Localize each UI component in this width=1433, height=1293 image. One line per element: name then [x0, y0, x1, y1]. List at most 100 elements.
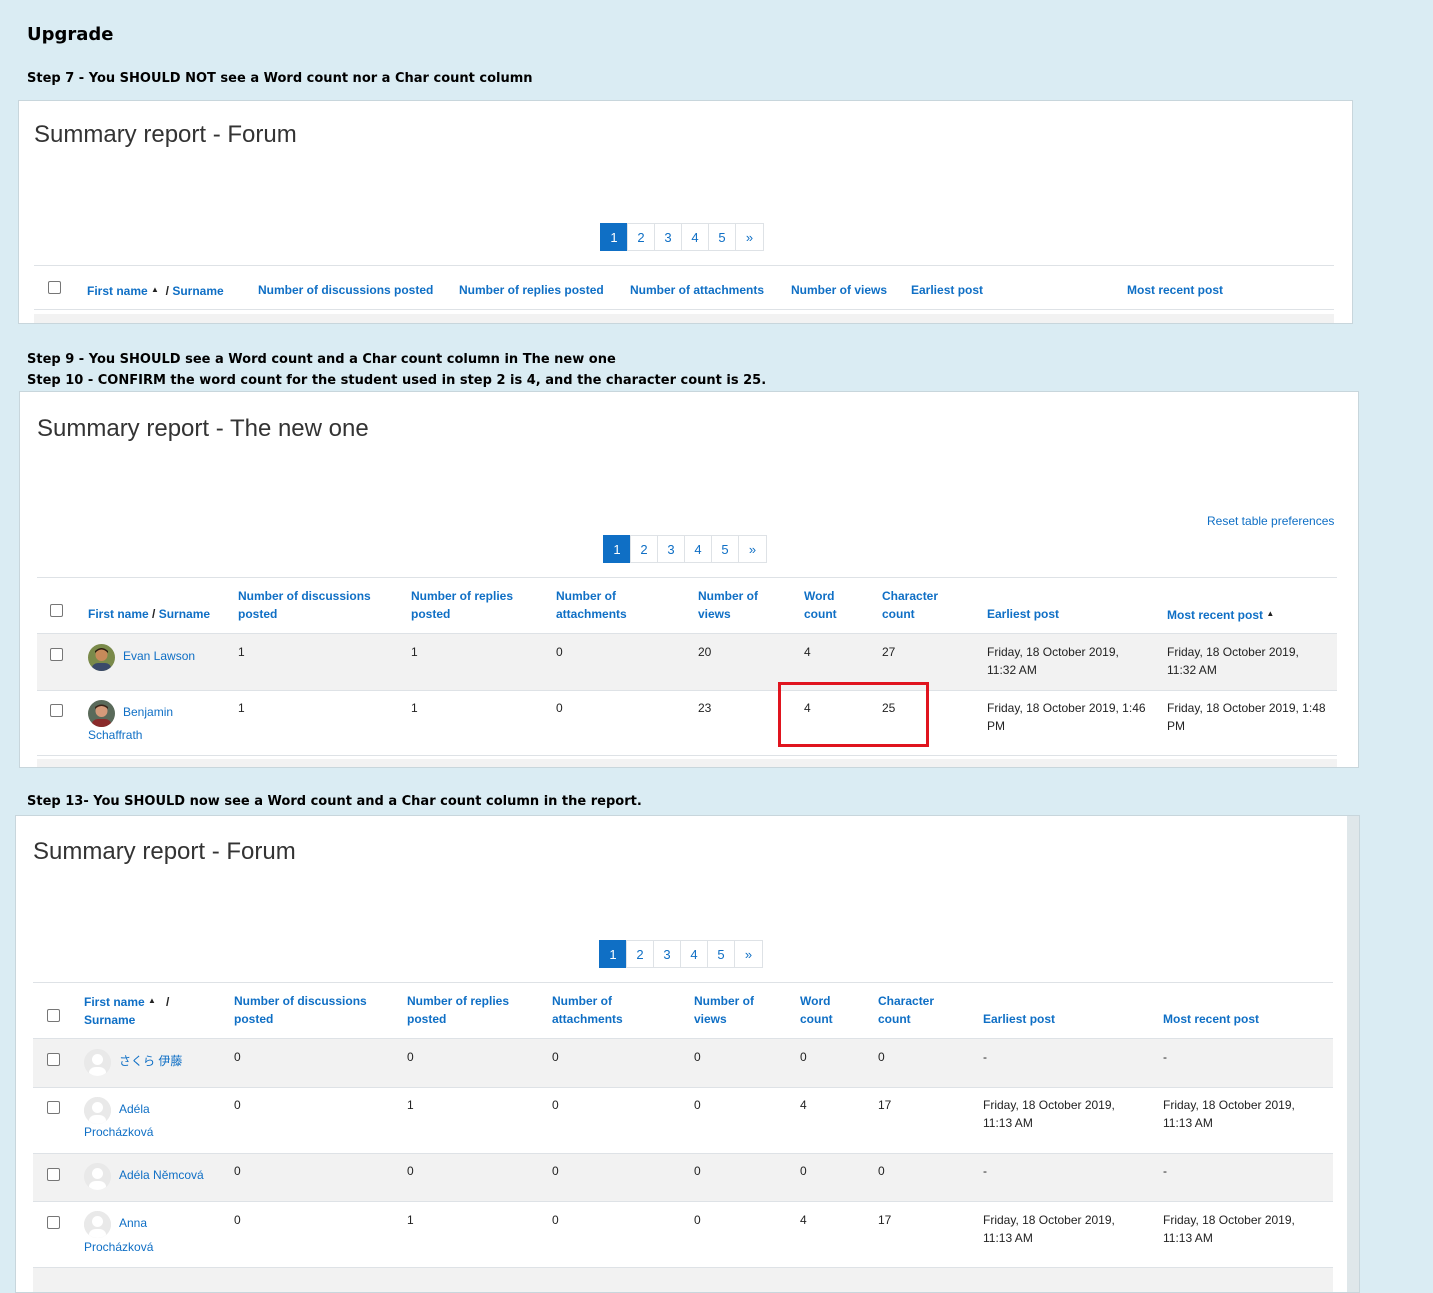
first-name-sort-header[interactable]: First name / Surname	[88, 605, 210, 623]
surname-label[interactable]: Surname	[159, 607, 210, 621]
next-page-link[interactable]: »	[734, 940, 763, 968]
page-2-link[interactable]: 2	[627, 223, 655, 251]
row-checkbox[interactable]	[50, 648, 63, 661]
row-divider	[37, 690, 1337, 691]
report-title: Summary report - Forum	[34, 121, 297, 148]
report-panel-step9: Summary report - The new one Reset table…	[19, 391, 1359, 768]
page-4-link[interactable]: 4	[680, 940, 708, 968]
scrollbar-track[interactable]	[1347, 816, 1359, 1292]
header-bottom-border	[34, 309, 1334, 310]
user-name-link[interactable]: Evan Lawson	[123, 645, 195, 668]
replies-header[interactable]: Number of replies posted	[407, 992, 509, 1028]
earliest-post-header[interactable]: Earliest post	[983, 1010, 1055, 1028]
discussions-header-line1: Number of discussions	[238, 589, 371, 603]
step-9-note: Step 9 - You SHOULD see a Word count and…	[27, 352, 616, 367]
select-all-checkbox[interactable]	[47, 1009, 60, 1022]
page-4-link[interactable]: 4	[681, 223, 709, 251]
replies-header[interactable]: Number of replies posted	[411, 587, 513, 623]
first-name-label[interactable]: First name	[87, 284, 148, 298]
page-2-link[interactable]: 2	[630, 535, 658, 563]
attachments-header[interactable]: Number of attachments	[630, 281, 764, 299]
page-4-link[interactable]: 4	[684, 535, 712, 563]
attachments-header[interactable]: Number of attachments	[556, 587, 627, 623]
word-count-header[interactable]: Word count	[800, 992, 833, 1028]
first-name-sort-header[interactable]: First name ▲ / Surname	[84, 992, 204, 1029]
most-recent-post-label[interactable]: Most recent post	[1167, 608, 1263, 622]
next-page-link[interactable]: »	[738, 535, 767, 563]
character-count-header[interactable]: Character count	[878, 992, 934, 1028]
replies-header[interactable]: Number of replies posted	[459, 281, 604, 299]
user-name-link-line2[interactable]: Procházková	[84, 1121, 153, 1144]
views-header[interactable]: Number of views	[791, 281, 887, 299]
character-count-cell: 17	[878, 1098, 892, 1112]
select-all-checkbox[interactable]	[48, 281, 61, 294]
select-all-checkbox[interactable]	[50, 604, 63, 617]
page-3-link[interactable]: 3	[653, 940, 681, 968]
discussions-header[interactable]: Number of discussions posted	[234, 992, 367, 1028]
most-recent-post-header[interactable]: Most recent post	[1127, 281, 1223, 299]
page-1-link[interactable]: 1	[603, 535, 631, 563]
page-2-link[interactable]: 2	[626, 940, 654, 968]
table-top-border	[34, 265, 1334, 266]
most-recent-post-date: Friday, 18 October 2019,	[1163, 1098, 1295, 1112]
user-name-link[interactable]: Benjamin	[123, 701, 173, 724]
most-recent-post-header[interactable]: Most recent post	[1163, 1010, 1259, 1028]
character-count-header-line2: count	[882, 607, 915, 621]
first-name-label[interactable]: First name	[88, 607, 149, 621]
page-5-link[interactable]: 5	[708, 223, 736, 251]
most-recent-post-header[interactable]: Most recent post ▲	[1167, 605, 1274, 624]
replies-cell: 1	[411, 645, 418, 659]
row-checkbox[interactable]	[47, 1216, 60, 1229]
sort-ascending-icon: ▲	[148, 996, 156, 1005]
user-name-link[interactable]: Adéla Němcová	[119, 1164, 204, 1187]
page-5-link[interactable]: 5	[711, 535, 739, 563]
word-count-header[interactable]: Word count	[804, 587, 837, 623]
cut-off-row	[37, 759, 1337, 767]
views-header[interactable]: Number of views	[698, 587, 758, 623]
views-header[interactable]: Number of views	[694, 992, 754, 1028]
user-name-link[interactable]: Adéla	[119, 1098, 150, 1121]
first-name-sort-header[interactable]: First name ▲ / Surname	[87, 281, 224, 300]
page-3-link[interactable]: 3	[654, 223, 682, 251]
discussions-header[interactable]: Number of discussions posted	[258, 281, 433, 299]
user-name-link[interactable]: さくら 伊藤	[119, 1050, 182, 1073]
attachments-cell: 0	[556, 645, 563, 659]
first-name-label[interactable]: First name	[84, 995, 145, 1009]
row-checkbox[interactable]	[47, 1168, 60, 1181]
page-1-link[interactable]: 1	[600, 223, 628, 251]
most-recent-post-time: 11:13 AM	[1163, 1116, 1213, 1130]
table-top-border	[33, 982, 1333, 983]
earliest-post-header[interactable]: Earliest post	[987, 605, 1059, 623]
word-count-cell: 4	[800, 1213, 807, 1227]
discussions-cell: 0	[234, 1213, 241, 1227]
surname-label[interactable]: Surname	[84, 1013, 135, 1027]
word-count-cell: 4	[804, 645, 811, 659]
user-name-link-line2[interactable]: Procházková	[84, 1236, 153, 1259]
user-name-link[interactable]: Anna	[119, 1212, 147, 1235]
attachments-cell: 0	[552, 1213, 559, 1227]
page-3-link[interactable]: 3	[657, 535, 685, 563]
earliest-post-cell: Friday, 18 October 2019, 11:13 AM	[983, 1096, 1115, 1132]
surname-label[interactable]: Surname	[172, 284, 223, 298]
earliest-post-header[interactable]: Earliest post	[911, 281, 983, 299]
page-5-link[interactable]: 5	[707, 940, 735, 968]
user-name-link-line2[interactable]: Schaffrath	[88, 724, 142, 747]
row-checkbox[interactable]	[47, 1053, 60, 1066]
discussions-header[interactable]: Number of discussions posted	[238, 587, 371, 623]
user-avatar	[88, 644, 115, 671]
earliest-post-time: 11:13 AM	[983, 1231, 1033, 1245]
row-checkbox[interactable]	[47, 1101, 60, 1114]
discussions-header-line2: posted	[238, 607, 278, 621]
views-header-line2: views	[694, 1012, 727, 1026]
page-heading: Upgrade	[27, 24, 114, 45]
attachments-header[interactable]: Number of attachments	[552, 992, 623, 1028]
word-count-cell: 4	[800, 1098, 807, 1112]
attachments-header-line1: Number of	[556, 589, 616, 603]
character-count-header[interactable]: Character count	[882, 587, 938, 623]
row-checkbox[interactable]	[50, 704, 63, 717]
page-1-link[interactable]: 1	[599, 940, 627, 968]
reset-table-preferences-link[interactable]: Reset table preferences	[1207, 514, 1334, 528]
report-panel-step13: Summary report - Forum 1 2 3 4 5 » First…	[15, 815, 1360, 1293]
next-page-link[interactable]: »	[735, 223, 764, 251]
attachments-header-line2: attachments	[556, 607, 627, 621]
